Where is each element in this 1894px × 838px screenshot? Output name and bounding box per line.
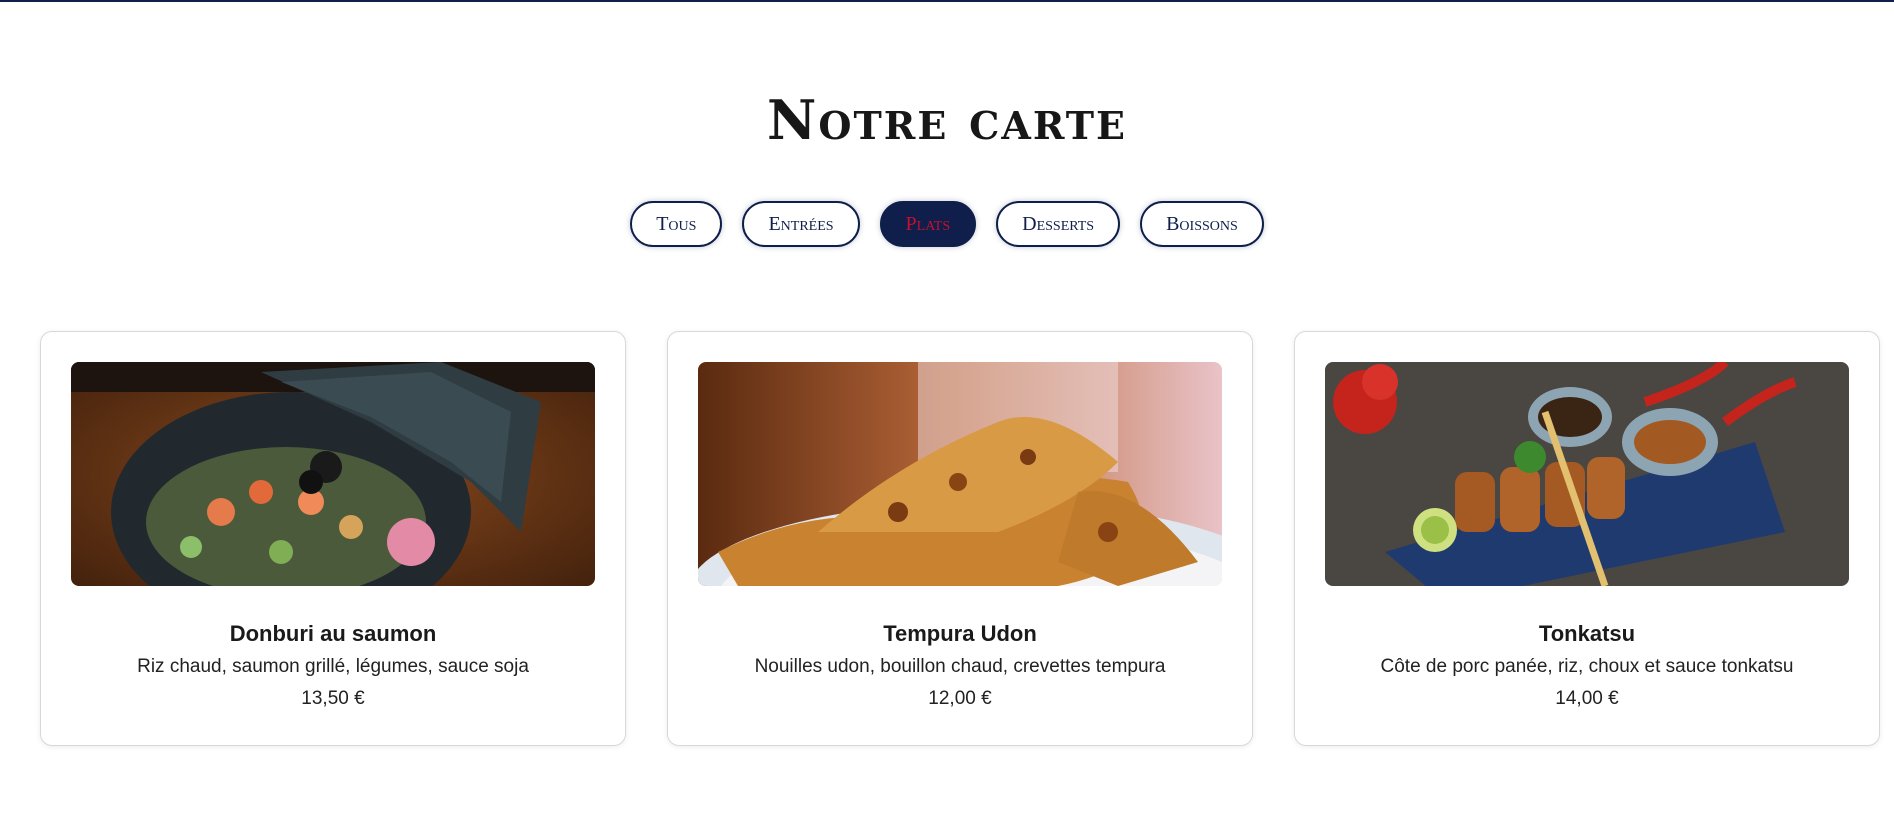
menu-item-price: 13,50 € [301, 688, 365, 709]
menu-item-price: 14,00 € [1555, 688, 1619, 709]
top-border [0, 0, 1894, 2]
filter-boissons[interactable]: Boissons [1140, 201, 1264, 247]
filter-tous[interactable]: Tous [630, 201, 723, 247]
menu-card-donburi: Donburi au saumon Riz chaud, saumon gril… [40, 331, 626, 746]
menu-item-description: Riz chaud, saumon grillé, légumes, sauce… [137, 656, 529, 677]
menu-card-tempura-udon: Tempura Udon Nouilles udon, bouillon cha… [667, 331, 1253, 746]
tempura-image [698, 362, 1222, 586]
menu-item-price: 12,00 € [928, 688, 992, 709]
menu-item-description: Côte de porc panée, riz, choux et sauce … [1380, 656, 1794, 677]
menu-item-name: Tonkatsu [1538, 621, 1636, 646]
donburi-image [71, 362, 595, 586]
filter-plats[interactable]: Plats [879, 201, 977, 247]
filter-entrees[interactable]: Entrées [742, 201, 860, 247]
menu-item-name: Tempura Udon [883, 621, 1037, 646]
filter-desserts[interactable]: Desserts [996, 201, 1121, 247]
category-filters: Tous Entrées Plats Desserts Boissons [0, 201, 1894, 247]
tonkatsu-image [1325, 362, 1849, 586]
menu-card-tonkatsu: Tonkatsu Côte de porc panée, riz, choux … [1294, 331, 1880, 746]
menu-item-name: Donburi au saumon [229, 621, 437, 646]
menu-item-description: Nouilles udon, bouillon chaud, crevettes… [754, 656, 1166, 677]
page-title: Notre carte [767, 88, 1127, 152]
